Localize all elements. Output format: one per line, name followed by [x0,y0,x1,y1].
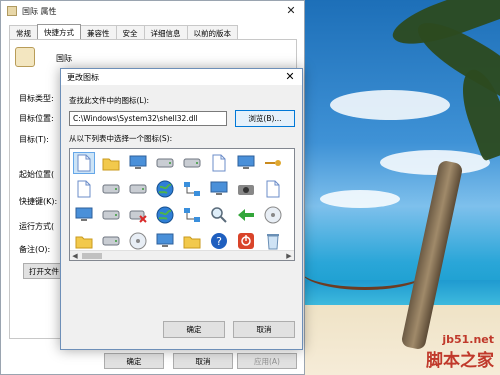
properties-title: 国际 属性 [22,6,57,16]
disc-icon[interactable] [262,204,284,226]
text-document-icon[interactable] [73,178,95,200]
key-icon[interactable] [262,152,284,174]
horizontal-scrollbar[interactable]: ◀ ▶ [70,250,294,260]
disconnected-drive-icon[interactable] [127,204,149,226]
target-label: 目标(T): [19,135,49,144]
app-icon-large [15,47,35,67]
network-drive-icon[interactable] [127,178,149,200]
comment-label: 备注(O): [19,245,51,254]
dialog-title[interactable]: 更改图标 [61,69,302,85]
ok-button[interactable]: 确定 [104,353,164,369]
dialog-ok-button[interactable]: 确定 [163,321,225,338]
recycle-icon[interactable] [262,230,284,252]
folder-icon[interactable] [100,152,122,174]
target-location-label: 目标位置: [19,114,54,123]
world-globe-icon[interactable] [154,204,176,226]
icon-file-path-input[interactable] [69,111,227,126]
app-name: 国际 [56,54,72,63]
blank-document-icon[interactable] [73,152,95,174]
monitor-window-icon[interactable] [235,152,257,174]
watermark: jb51.net 脚本之家 [426,333,494,371]
open-file-location-button[interactable]: 打开文件 [23,263,65,279]
properties-title-bar[interactable]: 国际 属性 [1,1,304,21]
change-icon-dialog: 更改图标 ✕ 查找此文件中的图标(L): 浏览(B)... 从以下列表中选择一个… [60,68,303,350]
dialog-cancel-button[interactable]: 取消 [233,321,295,338]
memory-chip-icon[interactable] [154,152,176,174]
apply-button[interactable]: 应用(A) [237,353,297,369]
run-label: 运行方式( [19,222,55,231]
green-arrow-icon[interactable] [235,204,257,226]
scroll-left-icon[interactable]: ◀ [70,251,80,260]
start-in-label: 起始位置( [19,170,55,179]
network-computers-icon[interactable] [181,178,203,200]
folder-closed-icon[interactable] [73,230,95,252]
close-icon[interactable]: ✕ [284,4,298,18]
icon-list[interactable]: ? ◀ ▶ [69,148,295,261]
cancel-button[interactable]: 取消 [173,353,233,369]
help-icon[interactable]: ? [208,230,230,252]
hard-drive-icon[interactable] [181,152,203,174]
folder-grid-icon[interactable] [181,230,203,252]
app-window-icon[interactable] [127,152,149,174]
desktop-computer-icon[interactable] [154,230,176,252]
magnifier-icon[interactable] [208,204,230,226]
removable-drive-icon[interactable] [100,230,122,252]
dialog-close-icon[interactable]: ✕ [283,70,297,84]
browse-button[interactable]: 浏览(B)... [235,110,295,127]
window-icon[interactable] [73,204,95,226]
target-type-label: 目标类型: [19,94,54,103]
camera-icon[interactable] [235,178,257,200]
power-icon[interactable] [235,230,257,252]
printer-icon[interactable] [100,178,122,200]
drive-stack-icon[interactable] [100,204,122,226]
watermark-name: 脚本之家 [426,351,494,371]
app-icon [7,6,17,16]
search-icons-label: 查找此文件中的图标(L): [69,96,150,105]
choose-icon-label: 从以下列表中选择一个图标(S): [69,134,173,143]
network-map-icon[interactable] [181,204,203,226]
scrollbar-thumb[interactable] [82,253,102,259]
document-clock-icon[interactable] [208,152,230,174]
svg-text:?: ? [216,235,222,248]
cd-drive-icon[interactable] [127,230,149,252]
shortcut-icon[interactable] [262,178,284,200]
watermark-url: jb51.net [442,333,494,346]
scroll-right-icon[interactable]: ▶ [284,251,294,260]
control-panel-icon[interactable] [208,178,230,200]
shortcut-key-label: 快捷键(K): [19,197,58,206]
globe-icon[interactable] [154,178,176,200]
icon-grid: ? [73,152,289,256]
